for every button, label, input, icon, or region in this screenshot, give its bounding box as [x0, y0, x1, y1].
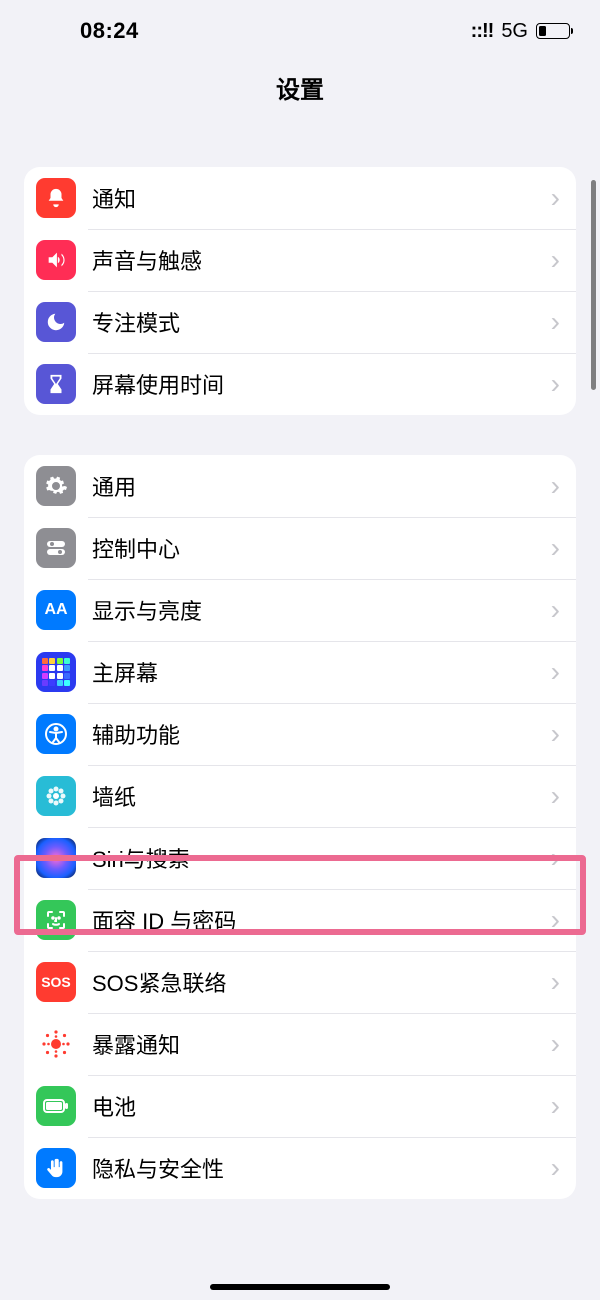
row-label: 电池 [92, 1090, 551, 1122]
row-label: 屏幕使用时间 [92, 368, 551, 400]
network-label: 5G [501, 20, 528, 43]
chevron-right-icon: › [551, 368, 560, 400]
chevron-right-icon: › [551, 966, 560, 998]
aa-icon: AA [36, 590, 76, 630]
row-label: 通知 [92, 182, 551, 214]
battery-icon [536, 23, 570, 39]
chevron-right-icon: › [551, 780, 560, 812]
row-label: 墙纸 [92, 780, 551, 812]
row-label: 辅助功能 [92, 718, 551, 750]
chevron-right-icon: › [551, 1152, 560, 1184]
scrollbar[interactable] [591, 180, 596, 390]
row-label: 通用 [92, 470, 551, 502]
row-battery[interactable]: 电池 › [24, 1075, 576, 1137]
bell-icon [36, 178, 76, 218]
chevron-right-icon: › [551, 594, 560, 626]
section-notifications: 通知 › 声音与触感 › 专注模式 › 屏幕使用时间 › [24, 167, 576, 415]
row-label: SOS紧急联络 [92, 966, 551, 998]
chevron-right-icon: › [551, 532, 560, 564]
chevron-right-icon: › [551, 306, 560, 338]
status-bar: 08:24 ::!! 5G [0, 0, 600, 56]
row-label: 控制中心 [92, 532, 551, 564]
chevron-right-icon: › [551, 842, 560, 874]
row-label: 主屏幕 [92, 656, 551, 688]
row-label: 隐私与安全性 [92, 1152, 551, 1184]
hand-icon [36, 1148, 76, 1188]
hourglass-icon [36, 364, 76, 404]
row-notifications[interactable]: 通知 › [24, 167, 576, 229]
gear-icon [36, 466, 76, 506]
sos-icon: SOS [36, 962, 76, 1002]
row-siri-search[interactable]: Siri与搜索 › [24, 827, 576, 889]
chevron-right-icon: › [551, 656, 560, 688]
row-sounds[interactable]: 声音与触感 › [24, 229, 576, 291]
row-label: 显示与亮度 [92, 594, 551, 626]
sound-icon [36, 240, 76, 280]
row-accessibility[interactable]: 辅助功能 › [24, 703, 576, 765]
row-control-center[interactable]: 控制中心 › [24, 517, 576, 579]
row-faceid[interactable]: 面容 ID 与密码 › [24, 889, 576, 951]
row-label: 面容 ID 与密码 [92, 904, 551, 936]
toggles-icon [36, 528, 76, 568]
row-label: 声音与触感 [92, 244, 551, 276]
chevron-right-icon: › [551, 718, 560, 750]
chevron-right-icon: › [551, 1090, 560, 1122]
row-label: 专注模式 [92, 306, 551, 338]
row-privacy[interactable]: 隐私与安全性 › [24, 1137, 576, 1199]
chevron-right-icon: › [551, 904, 560, 936]
row-wallpaper[interactable]: 墙纸 › [24, 765, 576, 827]
status-right: ::!! 5G [471, 20, 570, 43]
row-screentime[interactable]: 屏幕使用时间 › [24, 353, 576, 415]
row-exposure[interactable]: 暴露通知 › [24, 1013, 576, 1075]
flower-icon [36, 776, 76, 816]
section-general: 通用 › 控制中心 › AA 显示与亮度 › 主屏幕 › [24, 455, 576, 1199]
homegrid-icon [36, 652, 76, 692]
faceid-icon [36, 900, 76, 940]
row-label: Siri与搜索 [92, 842, 551, 874]
row-sos[interactable]: SOS SOS紧急联络 › [24, 951, 576, 1013]
accessibility-icon [36, 714, 76, 754]
signal-icon: ::!! [471, 20, 494, 43]
row-display[interactable]: AA 显示与亮度 › [24, 579, 576, 641]
home-indicator[interactable] [210, 1284, 390, 1290]
siri-icon [36, 838, 76, 878]
chevron-right-icon: › [551, 1028, 560, 1060]
chevron-right-icon: › [551, 470, 560, 502]
settings-list[interactable]: 通知 › 声音与触感 › 专注模式 › 屏幕使用时间 › [0, 167, 600, 1199]
row-general[interactable]: 通用 › [24, 455, 576, 517]
battery-icon [36, 1086, 76, 1126]
chevron-right-icon: › [551, 244, 560, 276]
chevron-right-icon: › [551, 182, 560, 214]
exposure-icon [36, 1024, 76, 1064]
page-title: 设置 [0, 56, 600, 127]
row-focus[interactable]: 专注模式 › [24, 291, 576, 353]
row-homescreen[interactable]: 主屏幕 › [24, 641, 576, 703]
row-label: 暴露通知 [92, 1028, 551, 1060]
moon-icon [36, 302, 76, 342]
status-time: 08:24 [80, 18, 139, 44]
